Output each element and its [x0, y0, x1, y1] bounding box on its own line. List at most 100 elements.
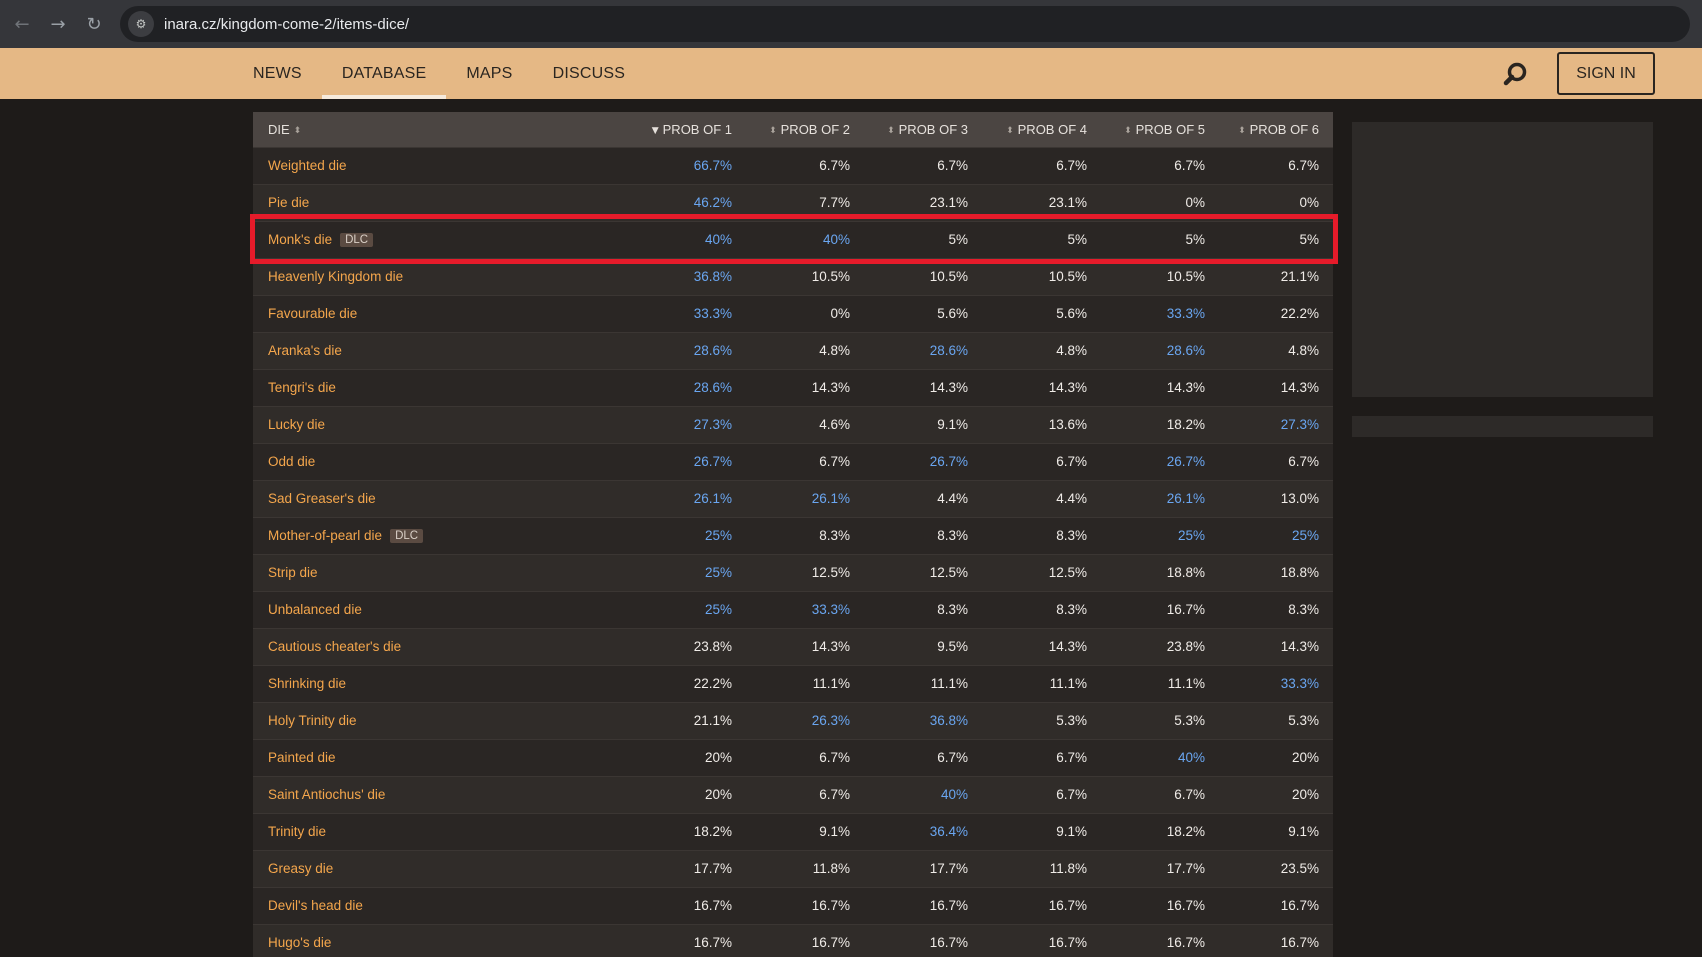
die-name-link[interactable]: Monk's die [268, 232, 332, 247]
menu-item-discuss[interactable]: DISCUSS [553, 48, 626, 99]
forward-arrow-icon[interactable]: → [40, 6, 76, 42]
prob-cell-3: 8.3% [937, 528, 968, 543]
site-header: NEWS DATABASE MAPS DISCUSS SIGN IN [0, 48, 1702, 99]
column-header-prob-2[interactable]: ⬍ PROB OF 2 [746, 112, 864, 147]
die-name-link[interactable]: Favourable die [268, 306, 357, 321]
prob-cell-1: 20% [704, 750, 732, 765]
prob-cell-1: 18.2% [693, 824, 732, 839]
die-name-cell: Lucky die [253, 406, 628, 443]
table-row: Hugo's die 16.7% 16.7% 16.7% 16.7% 16.7% 16.7% [253, 924, 1333, 957]
side-panel-placeholder [1352, 122, 1653, 397]
die-name-link[interactable]: Odd die [268, 454, 315, 469]
prob-cell-3: 12.5% [929, 565, 968, 580]
column-header-prob-6[interactable]: ⬍ PROB OF 6 [1219, 112, 1333, 147]
reload-icon[interactable]: ↻ [76, 6, 112, 42]
prob-cell-2: 26.1% [811, 491, 850, 506]
die-name-link[interactable]: Mother-of-pearl die [268, 528, 382, 543]
prob-cell-3: 36.4% [929, 824, 968, 839]
die-name-link[interactable]: Strip die [268, 565, 318, 580]
die-name-link[interactable]: Lucky die [268, 417, 325, 432]
prob-cell-6: 16.7% [1280, 898, 1319, 913]
sign-in-button[interactable]: SIGN IN [1557, 52, 1655, 95]
die-name-link[interactable]: Hugo's die [268, 935, 331, 950]
die-name-link[interactable]: Painted die [268, 750, 336, 765]
prob-cell-5: 28.6% [1166, 343, 1205, 358]
column-header-prob-4[interactable]: ⬍ PROB OF 4 [982, 112, 1101, 147]
prob-cell-2: 6.7% [819, 454, 850, 469]
prob-cell-5: 25% [1177, 528, 1205, 543]
prob-cell-2: 16.7% [811, 935, 850, 951]
die-name-link[interactable]: Saint Antiochus' die [268, 787, 385, 802]
prob-cell-6: 18.8% [1280, 565, 1319, 580]
prob-cell-5: 10.5% [1166, 269, 1205, 284]
prob-cell-3: 17.7% [929, 861, 968, 876]
prob-cell-1: 23.8% [693, 639, 732, 654]
table-row: Sad Greaser's die 26.1% 26.1% 4.4% 4.4% 26.1%… [253, 480, 1333, 517]
die-name-link[interactable]: Sad Greaser's die [268, 491, 376, 506]
column-header-prob-1[interactable]: ▼ PROB OF 1 [628, 112, 746, 147]
die-name-link[interactable]: Weighted die [268, 158, 347, 173]
column-header-prob-5[interactable]: ⬍ PROB OF 5 [1101, 112, 1219, 147]
column-header-prob-3[interactable]: ⬍ PROB OF 3 [864, 112, 982, 147]
prob-cell-3: 11.1% [930, 676, 968, 691]
prob-cell-3: 26.7% [929, 454, 968, 469]
die-name-link[interactable]: Greasy die [268, 861, 333, 876]
prob-cell-5: 11.1% [1167, 676, 1205, 691]
prob-cell-2: 10.5% [811, 269, 850, 284]
prob-cell-4: 23.1% [1048, 195, 1087, 210]
back-arrow-icon[interactable]: ← [4, 6, 40, 42]
prob-cell-6: 9.1% [1288, 824, 1319, 839]
table-row: Monk's die DLC 40% 40% 5% 5% 5% 5% [253, 221, 1333, 258]
table-row: Favourable die 33.3% 0% 5.6% 5.6% 33.3% 22.2% [253, 295, 1333, 332]
menu-item-news[interactable]: NEWS [253, 48, 302, 99]
prob-cell-5: 40% [1177, 750, 1205, 765]
column-header-die[interactable]: DIE ⬍ [253, 112, 628, 147]
prob-cell-2: 26.3% [811, 713, 850, 728]
site-info-icon[interactable]: ⚙ [128, 11, 154, 37]
prob-cell-5: 18.2% [1166, 417, 1205, 432]
prob-cell-6: 33.3% [1280, 676, 1319, 691]
prob-cell-5: 14.3% [1166, 380, 1205, 395]
address-bar[interactable]: ⚙ inara.cz/kingdom-come-2/items-dice/ [120, 6, 1690, 42]
prob-cell-3: 6.7% [937, 750, 968, 765]
prob-cell-4: 14.3% [1048, 639, 1087, 654]
prob-cell-2: 33.3% [811, 602, 850, 617]
prob-cell-4: 9.1% [1056, 824, 1087, 839]
die-name-link[interactable]: Heavenly Kingdom die [268, 269, 403, 284]
prob-cell-5: 18.8% [1166, 565, 1205, 580]
prob-cell-3: 36.8% [929, 713, 968, 728]
prob-cell-2: 4.6% [819, 417, 850, 432]
table-row: Tengri's die 28.6% 14.3% 14.3% 14.3% 14.3% 14.… [253, 369, 1333, 406]
prob-cell-1: 26.7% [693, 454, 732, 469]
menu-item-database[interactable]: DATABASE [321, 48, 446, 99]
die-name-link[interactable]: Unbalanced die [268, 602, 362, 617]
die-name-cell: Monk's die DLC [253, 221, 628, 258]
prob-cell-5: 16.7% [1166, 935, 1205, 951]
menu-item-maps[interactable]: MAPS [466, 48, 512, 99]
prob-cell-6: 6.7% [1288, 158, 1319, 173]
die-name-link[interactable]: Trinity die [268, 824, 326, 839]
prob-cell-6: 27.3% [1280, 417, 1319, 432]
die-name-link[interactable]: Devil's head die [268, 898, 363, 913]
die-name-link[interactable]: Shrinking die [268, 676, 346, 691]
prob-cell-4: 8.3% [1056, 602, 1087, 617]
sort-descending-icon: ▼ [651, 125, 659, 136]
prob-cell-2: 6.7% [819, 787, 850, 802]
prob-cell-2: 4.8% [819, 343, 850, 358]
search-icon[interactable] [1502, 61, 1530, 87]
prob-cell-6: 20% [1291, 787, 1319, 802]
prob-cell-2: 14.3% [811, 639, 850, 654]
prob-cell-6: 5.3% [1288, 713, 1319, 728]
prob-cell-3: 28.6% [929, 343, 968, 358]
die-name-link[interactable]: Cautious cheater's die [268, 639, 401, 654]
dlc-badge: DLC [390, 529, 424, 543]
die-name-link[interactable]: Tengri's die [268, 380, 336, 395]
prob-cell-5: 17.7% [1166, 861, 1205, 876]
die-name-link[interactable]: Aranka's die [268, 343, 342, 358]
prob-cell-5: 23.8% [1166, 639, 1205, 654]
die-name-link[interactable]: Pie die [268, 195, 309, 210]
table-row: Saint Antiochus' die 20% 6.7% 40% 6.7% 6.7% 20… [253, 776, 1333, 813]
die-name-cell: Holy Trinity die [253, 702, 628, 739]
die-name-link[interactable]: Holy Trinity die [268, 713, 357, 728]
table-row: Pie die 46.2% 7.7% 23.1% 23.1% 0% 0% [253, 184, 1333, 221]
